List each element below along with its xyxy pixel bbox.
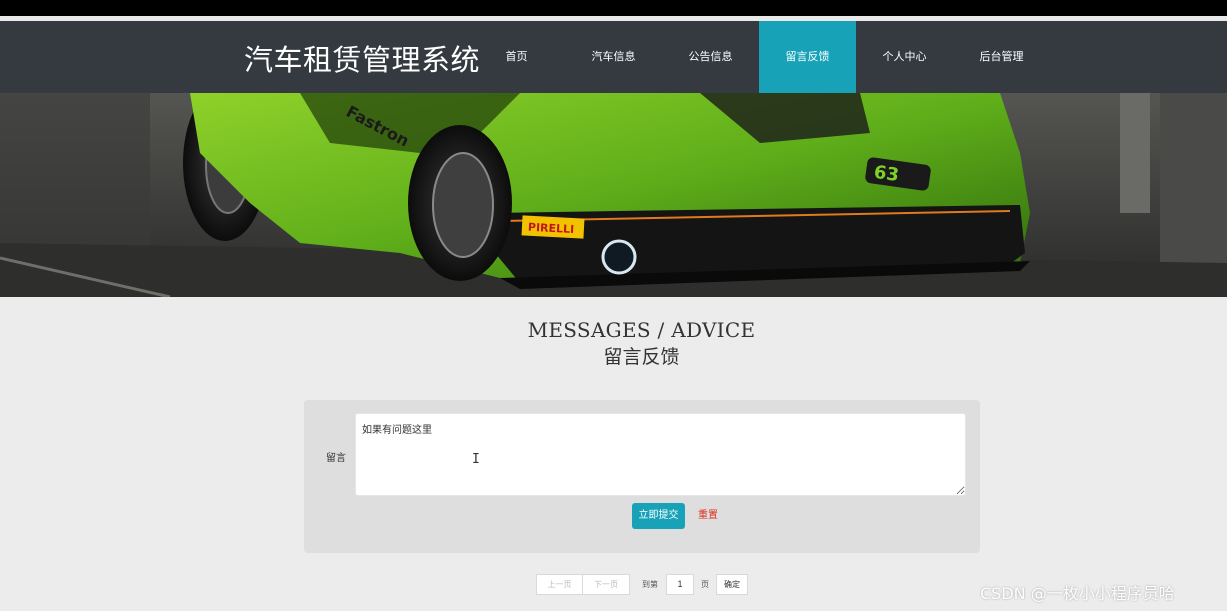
next-page-button[interactable]: 下一页 bbox=[582, 574, 630, 595]
watermark: CSDN @一枚小小程序员哈 bbox=[980, 584, 1175, 603]
nav-item-home[interactable]: 首页 bbox=[468, 21, 565, 93]
nav-item-profile[interactable]: 个人中心 bbox=[856, 21, 953, 93]
navbar: 汽车租赁管理系统 首页 汽车信息 公告信息 留言反馈 个人中心 后台管理 bbox=[0, 21, 1227, 93]
nav-item-car-info[interactable]: 汽车信息 bbox=[565, 21, 662, 93]
section-heading-en: MESSAGES / ADVICE bbox=[527, 318, 756, 342]
confirm-page-button[interactable]: 确定 bbox=[716, 574, 748, 595]
nav-item-feedback[interactable]: 留言反馈 bbox=[759, 21, 856, 93]
site-title: 汽车租赁管理系统 bbox=[244, 43, 481, 77]
race-car-illustration: PIRELLI Fastron 63 bbox=[0, 93, 1227, 297]
section-heading-cn: 留言反馈 bbox=[603, 346, 680, 368]
nav-item-admin[interactable]: 后台管理 bbox=[953, 21, 1050, 93]
car-number-badge: 63 bbox=[873, 162, 901, 186]
message-label: 留言 bbox=[326, 453, 346, 464]
page-unit-label: 页 bbox=[701, 580, 709, 589]
banner-image: PIRELLI Fastron 63 bbox=[0, 93, 1227, 297]
window-top-bar bbox=[0, 0, 1227, 16]
reset-button[interactable]: 重置 bbox=[698, 503, 718, 529]
page-number-input[interactable]: 1 bbox=[666, 574, 694, 595]
nav-item-announcements[interactable]: 公告信息 bbox=[662, 21, 759, 93]
prev-page-button[interactable]: 上一页 bbox=[536, 574, 583, 595]
sponsor-sticker: PIRELLI bbox=[528, 221, 575, 236]
goto-page-label: 到第 bbox=[642, 580, 658, 589]
submit-button[interactable]: 立即提交 bbox=[632, 503, 685, 529]
main-nav: 首页 汽车信息 公告信息 留言反馈 个人中心 后台管理 bbox=[468, 21, 1050, 93]
message-textarea[interactable]: 如果有问题这里 bbox=[355, 413, 966, 496]
